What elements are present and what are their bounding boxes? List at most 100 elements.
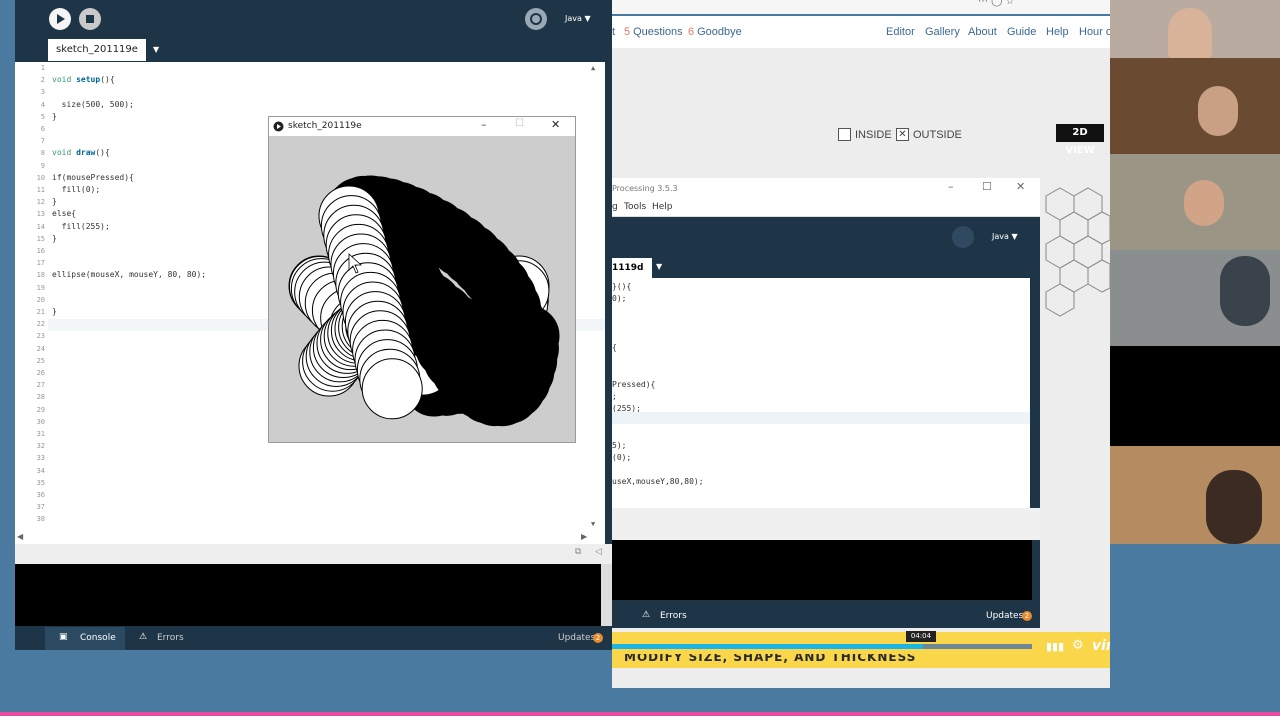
code-line: if(mousePressed){ [52,172,134,182]
line-gutter: 1 2 3 4 5 6 7 8 9 10 11 12 13 14 15 16 17 18 19 20 21 22 23 24 2… [15,62,48,532]
line-number: 18 [36,271,45,280]
outside-checkbox[interactable]: ✕ OUTSIDE [896,128,962,141]
code-line: size(500, 500); [52,99,134,109]
scroll-left-icon[interactable]: ◀ [17,532,23,541]
code-line: fill(0); [52,185,101,194]
nav-partial[interactable]: t [612,26,615,38]
participant-avatar [1198,86,1238,136]
view-2d-button[interactable]: 2D VIEW [1056,124,1104,156]
proc2-console-head [612,508,1040,540]
browser-icons[interactable]: ⋯ ◯ ☆ [978,0,1015,7]
code-line: 0); [612,294,627,304]
console-header: ⧉ ◁ [15,544,612,564]
nav-questions[interactable]: 5 Questions [624,26,683,38]
line-number: 4 [40,100,45,109]
proc2-tab[interactable]: 1119d [612,258,652,278]
sketch-ellipse [361,358,423,420]
line-number: 15 [36,234,45,243]
console-icon: ▣ [59,632,68,642]
nav-guide[interactable]: Guide [1007,26,1036,38]
code-rest: (){ [95,148,110,158]
nav-help[interactable]: Help [1046,26,1069,38]
minimize-icon[interactable]: – [948,180,954,193]
line-number: 19 [36,283,45,292]
inside-checkbox[interactable]: INSIDE [838,128,892,141]
settings-icon[interactable]: ⚙ [1072,638,1084,653]
proc2-titlebar: Processing 3.5.3 – ☐ ✕ [612,178,1040,198]
updates-label[interactable]: Updates [558,633,595,643]
line-number: 24 [36,344,45,353]
nav-goodbye[interactable]: 6 Goodbye [688,26,742,38]
maximize-icon[interactable]: ☐ [515,118,524,129]
proc2-updates-label[interactable]: Updates [986,611,1023,621]
proc2-mode-select[interactable]: Java ▼ [992,232,1018,241]
website-nav: t 5 Questions 6 Goodbye Editor Gallery Abo… [612,16,1112,49]
debug-button[interactable] [525,8,547,30]
code-line: } [52,197,57,207]
line-number: 30 [36,417,45,426]
menu-sketch[interactable]: g [612,202,618,212]
minimize-icon[interactable]: – [481,118,487,131]
updates-badge: 2 [593,633,603,643]
sketch-window-title: sketch_201119e [288,121,362,131]
close-icon[interactable]: ✕ [551,118,560,131]
nav-gallery[interactable]: Gallery [925,26,960,38]
code-keyword: void [52,75,72,85]
outside-label: OUTSIDE [913,128,962,141]
warning-icon: ⚠ [139,632,148,642]
video-timecode: 04:04 [906,631,936,642]
mode-select[interactable]: Java ▼ [565,14,591,23]
proc2-errors-tab[interactable]: Errors [660,611,687,621]
inside-label: INSIDE [855,128,892,141]
line-number: 14 [36,222,45,231]
line-number: 26 [36,369,45,377]
ide-statusbar: ▣ Console ⚠ Errors Updates 2 [15,627,612,650]
line-number: 3 [40,88,45,97]
maximize-icon[interactable]: ☐ [982,180,992,193]
code-line: } [52,307,57,316]
video-progress-fill [612,644,923,649]
stop-icon [86,15,94,23]
menu-help[interactable]: Help [652,202,673,212]
console-scrollbar[interactable] [601,564,612,626]
line-number: 35 [36,478,45,487]
ide-tabbar: sketch_201119e ▼ [15,38,612,62]
scroll-down-icon[interactable]: ▼ [591,520,595,528]
proc2-menubar: g Tools Help [612,198,1040,217]
console-tab[interactable]: ▣ Console [45,627,125,650]
scroll-right-icon[interactable]: ▶ [581,532,587,541]
code-line: ellipse(mouseX, mouseY, 80, 80); [52,270,207,280]
nav-hour[interactable]: Hour o [1079,26,1112,38]
line-number: 16 [36,247,45,255]
horizontal-scrollbar[interactable]: ◀ ▶ [15,532,605,544]
line-number: 27 [36,381,45,390]
nav-about[interactable]: About [968,26,997,38]
copy-icon[interactable]: ⧉ [575,547,581,557]
menu-tools[interactable]: Tools [624,202,646,212]
participant-video-6 [1110,446,1280,544]
close-icon[interactable]: ✕ [1016,180,1025,193]
chevron-down-icon[interactable]: ▼ [153,45,159,54]
stop-button[interactable] [79,8,101,30]
line-number: 17 [36,259,45,268]
line-number: 23 [36,332,45,341]
sketch-canvas[interactable] [269,136,575,442]
code-line: void draw(){ [52,148,110,157]
line-number: 22 [36,320,45,329]
participant-video-2 [1110,58,1280,154]
collapse-icon[interactable]: ◁ [595,547,602,557]
errors-tab[interactable]: Errors [157,633,184,643]
chevron-down-icon[interactable]: ▼ [656,262,662,271]
proc2-editor[interactable]: }(){0);{Pressed){; (255); 5); (0); useX,mous… [612,278,1030,508]
code-line: Pressed){ [612,379,656,389]
debug-icon[interactable] [952,226,974,248]
nav-editor[interactable]: Editor [886,26,915,38]
sketch-tab[interactable]: sketch_201119e [48,39,146,61]
line-number: 8 [40,149,45,158]
debug-icon [530,13,542,25]
line-number: 29 [36,405,45,414]
scroll-up-icon[interactable]: ▲ [591,64,595,72]
volume-icon[interactable]: ▮▮▮ [1046,640,1064,653]
run-button[interactable] [49,8,71,30]
line-number: 36 [36,491,45,499]
